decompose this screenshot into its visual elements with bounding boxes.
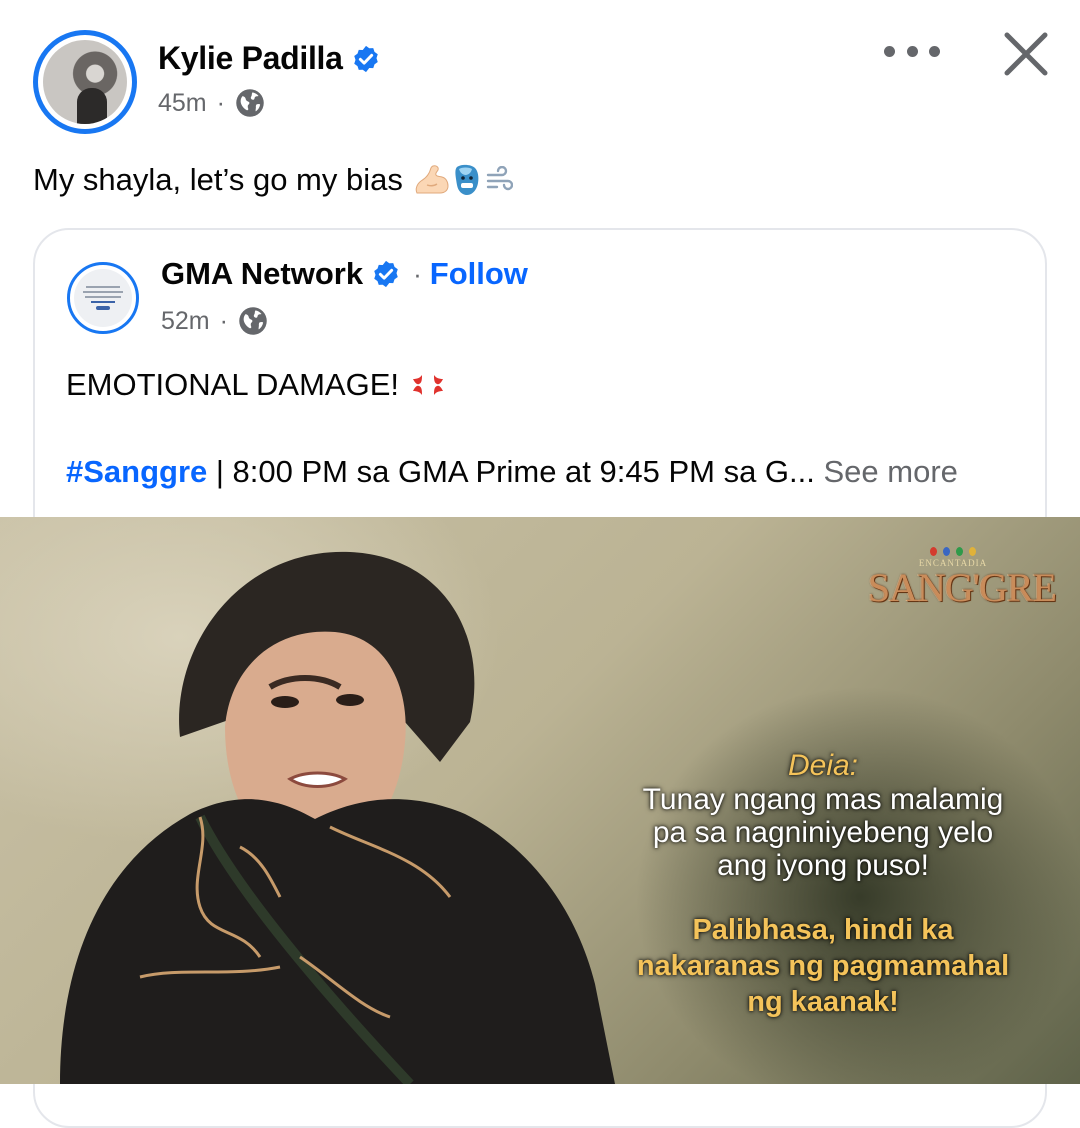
wind-emoji-icon [486, 166, 513, 191]
subtitle-line: ang iyong puso! [717, 849, 929, 882]
shared-post-meta: 52m · [161, 306, 268, 336]
post-meta: 45m · [158, 88, 265, 118]
subtitle-line-gold: nakaranas ng pagmamahal [636, 950, 1010, 982]
see-more-link[interactable]: See more [824, 454, 958, 489]
verified-badge-icon [374, 260, 398, 288]
logo-gems-icon [868, 547, 1038, 556]
show-logo: ENCANTADIA SANG'GRE [868, 547, 1057, 610]
character-figure [60, 551, 615, 1084]
post-text: My shayla, let’s go my bias [33, 162, 403, 197]
page-avatar[interactable] [67, 262, 139, 334]
page-header: GMA Network · Follow [161, 256, 528, 292]
subtitle-block: Deia: Tunay ngang mas malamig pa sa nagn… [588, 749, 1058, 1020]
post-time[interactable]: 45m [158, 89, 207, 118]
anger-symbol-emoji-icon [413, 375, 444, 395]
shared-headline: EMOTIONAL DAMAGE! [66, 367, 400, 402]
subtitle-line: Tunay ngang mas malamig [642, 783, 1004, 816]
caption-text: | 8:00 PM sa GMA Prime at 9:45 PM sa G..… [207, 454, 824, 489]
follow-button[interactable]: Follow [430, 256, 528, 292]
logo-main-text: SANG'GRE [868, 565, 1057, 610]
page-avatar-logo [74, 269, 132, 327]
subtitle-line: pa sa nagniniyebeng yelo [652, 816, 994, 849]
author-avatar[interactable] [33, 30, 137, 134]
page-name[interactable]: GMA Network [161, 256, 363, 292]
globe-icon[interactable] [238, 306, 268, 336]
meta-separator: · [219, 306, 228, 335]
shared-caption: #Sanggre | 8:00 PM sa GMA Prime at 9:45 … [66, 454, 958, 490]
flexed-biceps-emoji-icon [415, 165, 449, 194]
header-dot: · [413, 258, 422, 289]
subtitle-line-gold: Palibhasa, hindi ka [692, 914, 954, 946]
author-name[interactable]: Kylie Padilla [158, 40, 343, 77]
subtitle-line-gold: ng kaanak! [747, 986, 899, 1018]
avatar-photo [43, 40, 127, 124]
shared-post-image[interactable]: ENCANTADIA SANG'GRE Deia: Tunay ngang ma… [0, 517, 1080, 1084]
emoji-group [413, 163, 513, 197]
cold-face-emoji-icon [455, 164, 479, 195]
close-icon[interactable] [1000, 28, 1052, 80]
shared-headline-row: EMOTIONAL DAMAGE! [66, 366, 447, 404]
subtitle-speaker: Deia: [787, 749, 859, 782]
globe-icon[interactable] [235, 88, 265, 118]
author-name-row[interactable]: Kylie Padilla [158, 40, 381, 77]
meta-separator: · [216, 88, 225, 117]
hashtag-link[interactable]: #Sanggre [66, 454, 207, 489]
more-options-icon[interactable] [884, 36, 940, 66]
post-text-row: My shayla, let’s go my bias [33, 162, 513, 198]
shared-post-time[interactable]: 52m [161, 307, 210, 336]
verified-badge-icon [353, 45, 378, 72]
